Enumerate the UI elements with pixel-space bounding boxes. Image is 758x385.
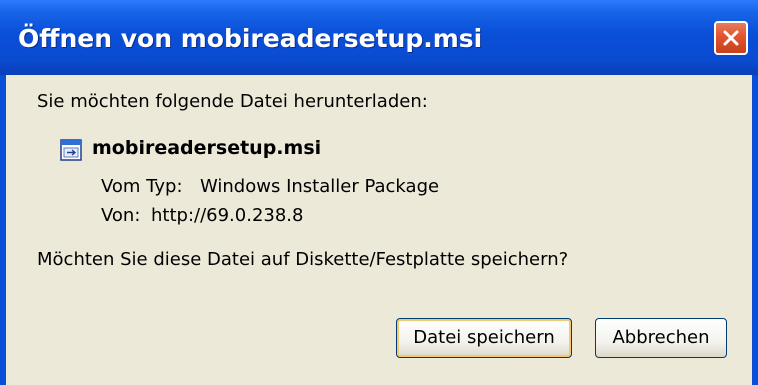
save-file-button[interactable]: Datei speichern [396, 318, 572, 358]
save-file-button-label: Datei speichern [413, 327, 555, 348]
cancel-button-label: Abbrechen [612, 327, 710, 348]
dialog-body: Sie möchten folgende Datei herunterladen… [6, 75, 752, 385]
file-type-value: Windows Installer Package [200, 176, 440, 197]
file-source-value: http://69.0.238.8 [151, 205, 304, 226]
cancel-button[interactable]: Abbrechen [595, 318, 727, 358]
file-name: mobireadersetup.msi [92, 137, 322, 159]
title-bar[interactable]: Öffnen von mobireadersetup.msi [0, 0, 758, 75]
download-dialog: Öffnen von mobireadersetup.msi Sie möcht… [0, 0, 758, 385]
file-source-label: Von: [101, 205, 141, 226]
close-button[interactable] [714, 21, 748, 55]
download-prompt: Sie möchten folgende Datei herunterladen… [37, 91, 428, 112]
file-type-label: Vom Typ: [101, 176, 183, 197]
dialog-title: Öffnen von mobireadersetup.msi [18, 24, 483, 53]
save-question: Möchten Sie diese Datei auf Diskette/Fes… [37, 249, 569, 270]
close-icon [723, 30, 739, 46]
msi-file-icon [60, 139, 82, 161]
